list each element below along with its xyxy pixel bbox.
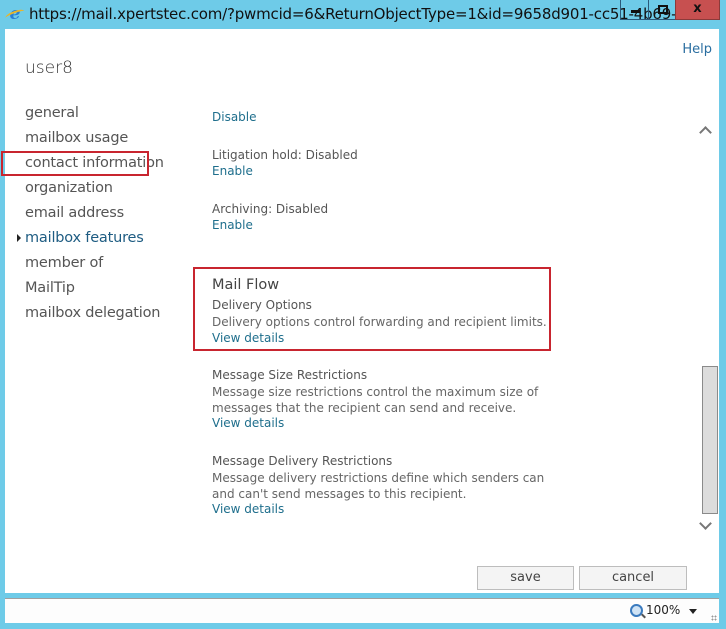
close-button[interactable]: x [675, 0, 720, 20]
message-size-description-line2: messages that the recipient can send and… [212, 401, 517, 415]
close-icon: x [693, 1, 702, 16]
sidebar-item-mailtip[interactable]: MailTip [5, 276, 164, 301]
zoom-level[interactable]: 100% [646, 603, 680, 617]
selection-highlight-box [1, 151, 149, 176]
sidebar-nav: general mailbox usage contact informatio… [5, 101, 164, 326]
disable-link[interactable]: Disable [212, 110, 257, 124]
sidebar-item-mailbox-features[interactable]: mailbox features [5, 226, 164, 251]
archiving-status: Archiving: Disabled [212, 202, 329, 216]
save-button[interactable]: save [477, 566, 574, 590]
dialog-window: Help user8 general mailbox usage contact… [1, 29, 719, 593]
title-bar: e https://mail.xpertstec.com/?pwmcid=6&R… [0, 0, 726, 28]
litigation-hold-enable-link[interactable]: Enable [212, 164, 253, 178]
help-link[interactable]: Help [682, 42, 712, 57]
message-delivery-view-details-link[interactable]: View details [212, 502, 284, 516]
sidebar-item-general[interactable]: general [5, 101, 164, 126]
zoom-icon[interactable] [630, 604, 643, 617]
message-size-view-details-link[interactable]: View details [212, 416, 284, 430]
archiving-enable-link[interactable]: Enable [212, 218, 253, 232]
page-title: user8 [25, 58, 73, 78]
sidebar-item-mailbox-delegation[interactable]: mailbox delegation [5, 301, 164, 326]
internet-explorer-icon: e [6, 5, 24, 23]
message-size-restrictions-title: Message Size Restrictions [212, 368, 368, 382]
maximize-button[interactable] [648, 0, 676, 20]
sidebar-item-member-of[interactable]: member of [5, 251, 164, 276]
scrollbar-thumb[interactable] [702, 366, 718, 514]
minimize-button[interactable] [620, 0, 649, 20]
zoom-dropdown-icon[interactable] [689, 609, 697, 614]
window-title-url: https://mail.xpertstec.com/?pwmcid=6&Ret… [29, 5, 691, 23]
litigation-hold-status: Litigation hold: Disabled [212, 148, 358, 162]
sidebar-item-organization[interactable]: organization [5, 176, 164, 201]
resize-grip-icon[interactable] [711, 615, 717, 621]
message-delivery-description-line2: and can't send messages to this recipien… [212, 487, 467, 501]
message-delivery-description-line1: Message delivery restrictions define whi… [212, 471, 545, 485]
scroll-down-arrow-icon[interactable] [699, 519, 711, 531]
cancel-button[interactable]: cancel [579, 566, 687, 590]
message-size-description-line1: Message size restrictions control the ma… [212, 385, 539, 399]
status-bar: 100% [5, 598, 719, 623]
message-delivery-restrictions-title: Message Delivery Restrictions [212, 454, 393, 468]
scroll-up-arrow-icon[interactable] [699, 124, 711, 136]
sidebar-item-mailbox-usage[interactable]: mailbox usage [5, 126, 164, 151]
sidebar-item-email-address[interactable]: email address [5, 201, 164, 226]
mail-flow-highlight-box [193, 267, 551, 351]
